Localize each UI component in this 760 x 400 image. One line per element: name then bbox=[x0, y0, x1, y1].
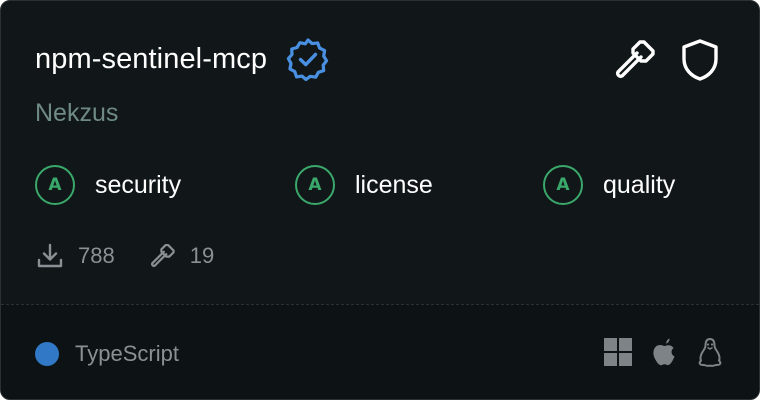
security-grade-badge: A bbox=[35, 165, 75, 205]
hammer-icon[interactable] bbox=[611, 37, 657, 83]
verified-badge-icon bbox=[285, 36, 331, 82]
license-grade-label: license bbox=[355, 170, 433, 199]
download-icon bbox=[35, 241, 65, 271]
linux-icon bbox=[695, 337, 725, 367]
author-name[interactable]: Nekzus bbox=[35, 99, 118, 128]
license-grade: A license bbox=[295, 165, 433, 205]
quality-grade: A quality bbox=[543, 165, 675, 205]
tools-stat: 19 bbox=[147, 241, 214, 271]
platform-list bbox=[603, 337, 725, 367]
hammer-icon bbox=[147, 241, 177, 271]
apple-icon bbox=[649, 337, 679, 367]
stats-row: 788 19 bbox=[35, 241, 214, 271]
quality-grade-label: quality bbox=[603, 170, 676, 199]
language-indicator: TypeScript bbox=[35, 341, 179, 367]
shield-icon[interactable] bbox=[677, 37, 723, 83]
downloads-count: 788 bbox=[78, 243, 115, 268]
quality-grade-badge: A bbox=[543, 165, 583, 205]
server-title[interactable]: npm-sentinel-mcp bbox=[35, 43, 267, 76]
language-color-dot bbox=[35, 342, 59, 366]
tools-count: 19 bbox=[189, 243, 215, 268]
windows-icon bbox=[603, 337, 633, 367]
security-grade: A security bbox=[35, 165, 181, 205]
license-grade-badge: A bbox=[295, 165, 335, 205]
server-card[interactable]: npm-sentinel-mcp Nekzus A security A lic… bbox=[0, 0, 760, 400]
card-actions bbox=[611, 37, 723, 83]
card-body: npm-sentinel-mcp Nekzus A security A lic… bbox=[1, 1, 759, 305]
language-name: TypeScript bbox=[75, 341, 179, 366]
downloads-stat: 788 bbox=[35, 241, 115, 271]
security-grade-label: security bbox=[95, 170, 182, 199]
title-row: npm-sentinel-mcp bbox=[35, 36, 331, 82]
